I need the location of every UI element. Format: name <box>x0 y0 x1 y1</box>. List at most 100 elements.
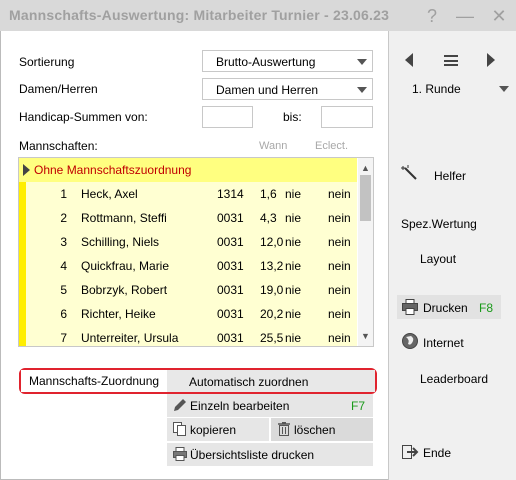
column-header-eclect: Eclect. <box>315 140 349 152</box>
sort-label: Sortierung <box>19 55 75 69</box>
hcp-to-label: bis: <box>283 110 302 124</box>
tab-label: Automatisch zuordnen <box>189 375 309 389</box>
row-number: 7 <box>60 331 67 345</box>
print-hotkey: F8 <box>479 301 494 315</box>
player-handicap: 19,0 <box>260 283 284 297</box>
player-eclect: nein <box>328 307 351 321</box>
chevron-down-icon <box>357 59 367 65</box>
player-eclect: nein <box>328 211 351 225</box>
player-handicap: 25,5 <box>260 331 284 345</box>
player-name: Heck, Axel <box>81 187 138 201</box>
player-handicap: 13,2 <box>260 259 284 273</box>
print-label: Drucken <box>423 301 468 315</box>
player-wann: nie <box>285 259 302 273</box>
table-row[interactable]: 6 Richter, Heike 0031 20,2 nie nein <box>19 302 357 326</box>
teams-list[interactable]: Ohne Mannschaftszuordnung 1 Heck, Axel 131… <box>18 157 374 347</box>
gender-label: Damen/Herren <box>19 82 98 96</box>
gender-select-value: Damen und Herren <box>216 83 319 97</box>
internet-button[interactable]: Internet <box>423 336 464 350</box>
title-bar: Mannschafts-Auswertung: Mitarbeiter Turn… <box>0 0 516 31</box>
menu-icon[interactable] <box>444 55 458 66</box>
main-panel: Sortierung Brutto-Auswertung Damen/Herre… <box>0 31 388 480</box>
row-number: 3 <box>60 235 67 249</box>
table-row[interactable]: 7 Unterreiter, Ursula 0031 25,5 nie nein <box>19 326 357 346</box>
row-number: 2 <box>60 211 67 225</box>
trash-icon <box>278 422 290 436</box>
hcp-to-input[interactable] <box>321 106 373 128</box>
helper-button[interactable]: Helfer <box>434 169 466 183</box>
player-code: 0031 <box>217 211 244 225</box>
copy-button[interactable]: kopieren <box>167 418 269 441</box>
exit-icon <box>402 445 419 459</box>
gender-select[interactable]: Damen und Herren <box>202 78 373 100</box>
scroll-down-icon[interactable]: ▼ <box>361 331 370 341</box>
player-code: 0031 <box>217 259 244 273</box>
edit-single-button[interactable]: Einzeln bearbeiten F7 <box>167 394 373 417</box>
table-row[interactable]: 4 Quickfrau, Marie 0031 13,2 nie nein <box>19 254 357 278</box>
player-name: Unterreiter, Ursula <box>81 331 179 345</box>
round-select-value: 1. Runde <box>412 82 461 96</box>
print-button[interactable]: Drucken F8 <box>397 295 501 319</box>
player-wann: nie <box>285 211 302 225</box>
player-handicap: 12,0 <box>260 235 284 249</box>
tab-automatisch-zuordnen[interactable]: Automatisch zuordnen <box>167 370 375 392</box>
minimize-button[interactable]: — <box>451 3 479 29</box>
list-scrollbar[interactable]: ▲ ▼ <box>358 158 373 346</box>
globe-icon <box>402 333 418 349</box>
hcp-from-input[interactable] <box>202 106 253 128</box>
close-button[interactable]: ✕ <box>485 3 513 29</box>
player-code: 0031 <box>217 307 244 321</box>
table-row[interactable]: 5 Bobrzyk, Robert 0031 19,0 nie nein <box>19 278 357 302</box>
layout-button[interactable]: Layout <box>420 252 456 266</box>
player-eclect: nein <box>328 283 351 297</box>
player-code: 0031 <box>217 235 244 249</box>
right-panel: 1. Runde Helfer Spez.Wertung Layout Druc… <box>388 31 516 480</box>
player-wann: nie <box>285 307 302 321</box>
previous-icon[interactable] <box>405 53 413 67</box>
hcp-label: Handicap-Summen von: <box>19 110 148 124</box>
player-handicap: 20,2 <box>260 307 284 321</box>
magic-wand-icon <box>401 165 417 180</box>
tab-mannschafts-zuordnung[interactable]: Mannschafts-Zuordnung <box>21 370 167 392</box>
sort-select-value: Brutto-Auswertung <box>216 55 316 69</box>
player-code: 0031 <box>217 331 244 345</box>
player-name: Rottmann, Steffi <box>81 211 167 225</box>
table-row[interactable]: 3 Schilling, Niels 0031 12,0 nie nein <box>19 230 357 254</box>
edit-single-label: Einzeln bearbeiten <box>190 399 290 413</box>
group-header[interactable]: Ohne Mannschaftszuordnung <box>19 158 357 182</box>
printer-icon <box>173 447 187 461</box>
player-handicap: 1,6 <box>260 187 277 201</box>
column-header-wann: Wann <box>259 140 288 152</box>
scroll-thumb[interactable] <box>360 175 371 221</box>
print-overview-button[interactable]: Übersichtsliste drucken <box>167 443 373 466</box>
player-name: Bobrzyk, Robert <box>81 283 168 297</box>
printer-icon <box>402 299 418 315</box>
delete-button[interactable]: löschen <box>271 418 373 441</box>
player-handicap: 4,3 <box>260 211 277 225</box>
row-number: 6 <box>60 307 67 321</box>
chevron-down-icon <box>357 87 367 93</box>
player-eclect: nein <box>328 235 351 249</box>
teams-label: Mannschaften: <box>19 139 98 153</box>
table-row[interactable]: 1 Heck, Axel 1314 1,6 nie nein <box>19 182 357 206</box>
table-row[interactable]: 2 Rottmann, Steffi 0031 4,3 nie nein <box>19 206 357 230</box>
end-button[interactable]: Ende <box>423 446 451 460</box>
spez-wertung-button[interactable]: Spez.Wertung <box>401 217 477 231</box>
leaderboard-button[interactable]: Leaderboard <box>420 372 488 386</box>
next-icon[interactable] <box>487 53 495 67</box>
window-title: Mannschafts-Auswertung: Mitarbeiter Turn… <box>9 7 390 23</box>
round-select[interactable]: 1. Runde <box>402 78 512 98</box>
player-eclect: nein <box>328 187 351 201</box>
copy-label: kopieren <box>190 423 237 437</box>
player-name: Quickfrau, Marie <box>81 259 170 273</box>
expand-triangle-icon <box>23 164 30 176</box>
player-name: Richter, Heike <box>81 307 156 321</box>
player-code: 0031 <box>217 283 244 297</box>
team-rows: 1 Heck, Axel 1314 1,6 nie nein 2 Rottmann, Stef… <box>19 182 357 346</box>
sort-select[interactable]: Brutto-Auswertung <box>202 50 373 72</box>
help-button[interactable]: ? <box>418 3 446 29</box>
edit-hotkey: F7 <box>350 399 365 413</box>
pencil-icon <box>174 399 186 411</box>
tab-strip: Mannschafts-Zuordnung Automatisch zuordn… <box>19 368 377 394</box>
scroll-up-icon[interactable]: ▲ <box>361 163 370 173</box>
